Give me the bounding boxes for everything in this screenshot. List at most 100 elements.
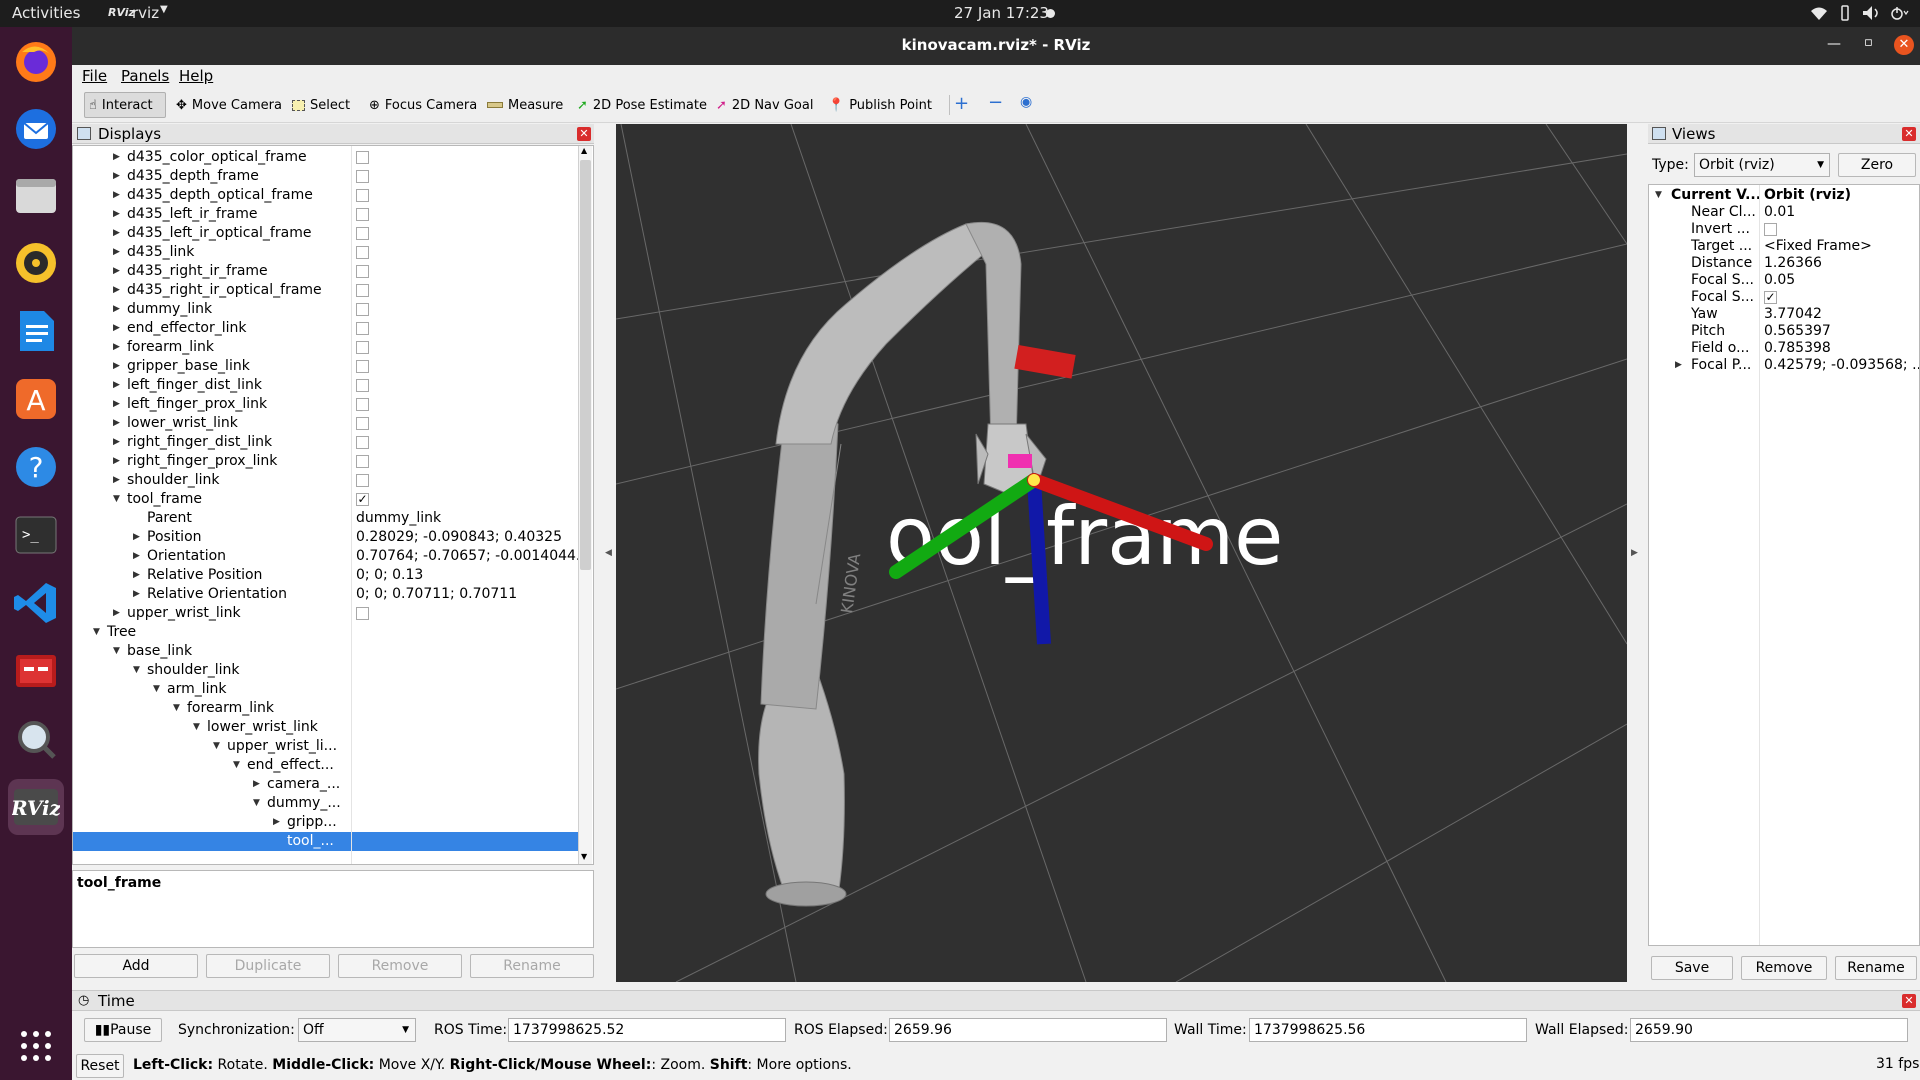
display-tree-row[interactable]: ▶ d435_right_ir_frame	[73, 262, 579, 281]
display-tree-row[interactable]: ▼ shoulder_link	[73, 661, 579, 680]
remove-tool-icon[interactable]: −	[988, 92, 1003, 113]
collapsed-arrow-icon[interactable]: ▶	[1675, 360, 1682, 370]
view-property-value[interactable]: 0.05	[1764, 272, 1795, 288]
collapsed-arrow-icon[interactable]: ▶	[113, 171, 120, 181]
pause-button[interactable]: ▮▮Pause	[84, 1018, 162, 1042]
ros-elapsed-field[interactable]: 2659.96	[889, 1018, 1167, 1042]
view-property-value[interactable]: Orbit (rviz)	[1764, 187, 1851, 203]
visibility-checkbox[interactable]	[356, 208, 369, 221]
close-window-icon[interactable]: ✕	[1894, 35, 1914, 55]
display-tree-row[interactable]: ▼ Tree	[73, 623, 579, 642]
collapsed-arrow-icon[interactable]: ▶	[133, 589, 140, 599]
duplicate-display-button[interactable]: Duplicate	[206, 954, 330, 978]
close-time-panel-icon[interactable]: ✕	[1902, 994, 1916, 1008]
collapse-right-arrow-icon[interactable]: ▶	[1631, 548, 1638, 558]
show-apps-grid-icon[interactable]	[20, 1030, 52, 1062]
display-tree-row[interactable]: ▶ right_finger_dist_link	[73, 433, 579, 452]
display-tree-row[interactable]: tool_...	[73, 832, 579, 851]
select-tool-button[interactable]: Select	[288, 92, 354, 118]
display-property-value[interactable]: 0.28029; -0.090843; 0.40325	[356, 529, 562, 545]
collapsed-arrow-icon[interactable]: ▶	[133, 551, 140, 561]
remove-view-button[interactable]: Remove	[1741, 956, 1827, 980]
display-tree-row[interactable]: ▼ upper_wrist_li...	[73, 737, 579, 756]
render-3d-viewport[interactable]: ool_frame KINOVA	[616, 124, 1627, 982]
move-camera-tool-button[interactable]: ✥ Move Camera	[172, 92, 286, 118]
visibility-checkbox[interactable]	[356, 607, 369, 620]
minimize-icon[interactable]: —	[1827, 36, 1841, 52]
collapsed-arrow-icon[interactable]: ▶	[273, 817, 280, 827]
rename-display-button[interactable]: Rename	[470, 954, 594, 978]
collapsed-arrow-icon[interactable]: ▶	[113, 209, 120, 219]
display-tree-row[interactable]: ▼ base_link	[73, 642, 579, 661]
view-property-value[interactable]: 0.42579; -0.093568; ...	[1764, 357, 1919, 373]
wifi-icon[interactable]	[1810, 6, 1828, 20]
display-property-value[interactable]: 0; 0; 0.13	[356, 567, 423, 583]
view-type-select[interactable]: Orbit (rviz) ▼	[1694, 153, 1830, 177]
display-tree-row[interactable]: ▶ left_finger_prox_link	[73, 395, 579, 414]
display-tree-row[interactable]: ▼ lower_wrist_link	[73, 718, 579, 737]
reset-button[interactable]: Reset	[76, 1054, 124, 1078]
activities-button[interactable]: Activities	[12, 4, 80, 22]
add-display-button[interactable]: Add	[74, 954, 198, 978]
help-icon[interactable]: ?	[8, 439, 64, 495]
display-tree-row[interactable]: ▶ upper_wrist_link	[73, 604, 579, 623]
thunderbird-icon[interactable]	[8, 101, 64, 157]
visibility-checkbox[interactable]	[356, 151, 369, 164]
collapsed-arrow-icon[interactable]: ▶	[113, 247, 120, 257]
app-center-icon[interactable]: A	[8, 371, 64, 427]
clock[interactable]: 27 Jan 17:23	[954, 4, 1049, 22]
display-tree-row[interactable]: ▼ arm_link	[73, 680, 579, 699]
display-tree-row[interactable]: ▶ gripper_base_link	[73, 357, 579, 376]
window-title-bar[interactable]: kinovacam.rviz* - RViz — ▫ ✕	[72, 27, 1920, 65]
expanded-arrow-icon[interactable]: ▼	[193, 722, 200, 732]
display-tree-row[interactable]: ▶ Position 0.28029; -0.090843; 0.40325	[73, 528, 579, 547]
view-property-checkbox[interactable]: ✓	[1764, 291, 1777, 304]
display-tree-row[interactable]: ▶ Relative Orientation 0; 0; 0.70711; 0.70…	[73, 585, 579, 604]
visibility-checkbox[interactable]	[356, 303, 369, 316]
menu-file[interactable]: File	[82, 67, 107, 85]
collapsed-arrow-icon[interactable]: ▶	[113, 380, 120, 390]
visibility-checkbox[interactable]	[356, 474, 369, 487]
tool-properties-eye-icon[interactable]: ◉	[1020, 94, 1032, 110]
display-tree-row[interactable]: ▶ d435_left_ir_optical_frame	[73, 224, 579, 243]
display-property-value[interactable]: dummy_link	[356, 510, 441, 526]
pose-estimate-tool-button[interactable]: ➚ 2D Pose Estimate	[573, 92, 711, 118]
visibility-checkbox[interactable]	[356, 341, 369, 354]
save-view-button[interactable]: Save	[1651, 956, 1733, 980]
collapsed-arrow-icon[interactable]: ▶	[113, 228, 120, 238]
displays-scrollbar[interactable]: ▲ ▼	[578, 146, 592, 864]
visibility-checkbox[interactable]	[356, 322, 369, 335]
visibility-checkbox[interactable]	[356, 284, 369, 297]
expanded-arrow-icon[interactable]: ▼	[253, 798, 260, 808]
display-tree-row[interactable]: ▼ end_effect...	[73, 756, 579, 775]
display-tree-row[interactable]: ▶ d435_left_ir_frame	[73, 205, 579, 224]
display-tree-row[interactable]: ▶ forearm_link	[73, 338, 579, 357]
display-property-value[interactable]: 0; 0; 0.70711; 0.70711	[356, 586, 517, 602]
collapsed-arrow-icon[interactable]: ▶	[113, 608, 120, 618]
expanded-arrow-icon[interactable]: ▼	[153, 684, 160, 694]
scroll-up-icon[interactable]: ▲	[581, 146, 587, 155]
measure-tool-button[interactable]: Measure	[483, 92, 567, 118]
remove-display-button[interactable]: Remove	[338, 954, 462, 978]
collapsed-arrow-icon[interactable]: ▶	[253, 779, 260, 789]
collapsed-arrow-icon[interactable]: ▶	[113, 152, 120, 162]
scrollbar-thumb[interactable]	[580, 160, 591, 570]
visibility-checkbox[interactable]	[356, 398, 369, 411]
expanded-arrow-icon[interactable]: ▼	[133, 665, 140, 675]
wall-elapsed-field[interactable]: 2659.90	[1630, 1018, 1908, 1042]
nav-goal-tool-button[interactable]: ➚ 2D Nav Goal	[712, 92, 817, 118]
visibility-checkbox[interactable]	[356, 379, 369, 392]
screen-recorder-icon[interactable]	[8, 643, 64, 699]
view-property-value[interactable]: 0.785398	[1764, 340, 1831, 356]
display-tree-row[interactable]: ▼ dummy_...	[73, 794, 579, 813]
display-tree-row[interactable]: ▶ Orientation 0.70764; -0.70657; -0.001404…	[73, 547, 589, 566]
publish-point-tool-button[interactable]: 📍 Publish Point	[824, 92, 936, 118]
display-tree-row[interactable]: ▶ d435_color_optical_frame	[73, 148, 579, 167]
sync-select[interactable]: Off ▼	[298, 1018, 416, 1042]
display-tree-row[interactable]: ▶ end_effector_link	[73, 319, 579, 338]
display-tree-row[interactable]: ▶ Relative Position 0; 0; 0.13	[73, 566, 579, 585]
collapsed-arrow-icon[interactable]: ▶	[113, 342, 120, 352]
display-tree-row[interactable]: ▶ d435_depth_optical_frame	[73, 186, 579, 205]
view-property-row[interactable]: ▶ Focal P... 0.42579; -0.093568; ...	[1649, 357, 1919, 376]
display-tree-row[interactable]: ▶ gripp...	[73, 813, 579, 832]
